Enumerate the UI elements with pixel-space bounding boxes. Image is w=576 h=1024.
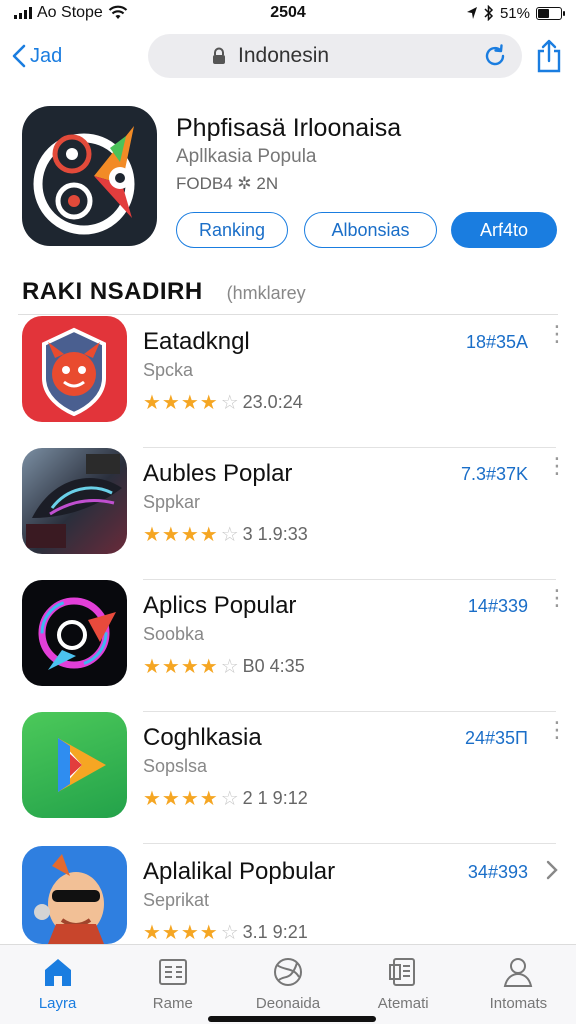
rating-stars: ★★★★ (143, 656, 219, 678)
section-title: RAKI NSADIRH (22, 278, 203, 305)
app-download-count: 7.3#37K (460, 464, 528, 484)
rating-text: 3 1.9:33 (242, 524, 308, 544)
status-left: Ao Stope (14, 4, 128, 22)
tab-label: Rame (152, 995, 193, 1012)
app-rating: ★★★★ ☆ 23.0:24 (143, 390, 303, 415)
rating-stars: ★★★★ (143, 392, 219, 414)
more-options-icon[interactable]: ⋮ (546, 455, 568, 486)
battery-percent: 51% (499, 4, 530, 22)
app-name: Eatadkngl (143, 328, 250, 355)
app-rating: ★★★★ ☆ B0 4:35 (143, 654, 305, 679)
rating-text: 3.1 9:21 (242, 922, 308, 942)
app-category: Sppkar (143, 492, 201, 512)
person-icon (504, 958, 533, 987)
tab-label: Deonaida (255, 995, 321, 1012)
back-button[interactable]: Jad (12, 44, 122, 68)
app-row[interactable]: Coghlkasia Sopslsa ★★★★ ☆ 2 1 9:12 24#35П… (0, 712, 576, 844)
bluetooth-icon (484, 5, 494, 21)
tab-home[interactable]: Layra (0, 945, 115, 1024)
featured-app-header: Phpfisasä Irloonaisa Apllkasia Popula FO… (0, 104, 576, 254)
share-icon[interactable] (534, 39, 564, 73)
status-right: 51% (466, 4, 565, 22)
featured-app-icon[interactable] (22, 106, 157, 246)
rating-stars: ★★★★ (143, 524, 219, 546)
tab-label: Intomats (489, 995, 548, 1012)
rating-star-empty: ☆ (220, 656, 239, 678)
app-category: Sopslsa (143, 756, 208, 776)
category-button[interactable]: Albonsias (304, 212, 437, 248)
status-bar: Ao Stope 2504 51% (0, 0, 576, 26)
app-row[interactable]: Eatadkngl Spcka ★★★★ ☆ 23.0:24 18#35A ⋮ (0, 316, 576, 448)
featured-app-code: FODB4 ✲ 2N (176, 174, 279, 193)
rating-stars: ★★★★ (143, 788, 219, 810)
app-category: Seprikat (143, 890, 210, 910)
chevron-left-icon (12, 44, 26, 68)
tab-label: Layra (38, 995, 77, 1012)
rating-text: 2 1 9:12 (242, 788, 308, 808)
chevron-right-icon[interactable] (546, 860, 558, 880)
more-options-icon[interactable]: ⋮ (546, 719, 568, 750)
rating-star-empty: ☆ (220, 922, 239, 944)
ranking-section-header: RAKI NSADIRH (hmklarey (22, 278, 562, 306)
row-divider (143, 843, 556, 844)
tab-deonaida[interactable]: Deonaida (230, 945, 345, 1024)
reload-icon[interactable] (482, 43, 508, 69)
carrier-name: Ao Stope (37, 4, 103, 21)
app-name: Aplics Popular (143, 592, 297, 619)
app-row[interactable]: Aplics Popular Soobka ★★★★ ☆ B0 4:35 14#3… (0, 580, 576, 712)
app-icon-play (22, 712, 127, 818)
rating-star-empty: ☆ (220, 392, 239, 414)
signal-icon (14, 7, 32, 19)
address-input[interactable] (208, 44, 482, 68)
tab-rame[interactable]: Rame (115, 945, 230, 1024)
app-name: Aplalikal Popbular (143, 858, 336, 885)
app-rating: ★★★★ ☆ 3 1.9:33 (143, 522, 308, 547)
app-category: Spcka (143, 360, 194, 380)
location-arrow-icon (466, 7, 477, 19)
section-divider (18, 314, 558, 315)
more-options-icon[interactable]: ⋮ (546, 587, 568, 618)
address-bar[interactable] (148, 34, 522, 78)
app-icon-character (22, 846, 127, 944)
app-rating: ★★★★ ☆ 2 1 9:12 (143, 786, 308, 811)
list-card-icon (158, 959, 187, 985)
tab-atemati[interactable]: Atemati (346, 945, 461, 1024)
home-icon (44, 959, 71, 986)
app-rating: ★★★★ ☆ 3.1 9:21 (143, 920, 308, 945)
app-download-count: 14#339 (467, 596, 528, 616)
rating-star-empty: ☆ (220, 788, 239, 810)
primary-action-button[interactable]: Arf4to (451, 212, 557, 248)
rating-stars: ★★★★ (143, 922, 219, 944)
tab-intomats[interactable]: Intomats (461, 945, 576, 1024)
globe-icon (274, 958, 302, 986)
app-name: Coghlkasia (143, 724, 262, 751)
featured-app-title: Phpfisasä Irloonaisa (176, 114, 402, 142)
featured-app-subtitle: Apllkasia Popula (176, 146, 317, 167)
rating-text: B0 4:35 (242, 656, 305, 676)
tab-label: Atemati (377, 995, 429, 1012)
rating-star-empty: ☆ (220, 524, 239, 546)
battery-icon (536, 6, 565, 20)
app-icon-neon-ring (22, 580, 127, 686)
more-options-icon[interactable]: ⋮ (546, 323, 568, 354)
app-download-count: 18#35A (465, 332, 528, 352)
document-icon (389, 958, 416, 986)
rating-text: 23.0:24 (242, 392, 303, 412)
app-category: Soobka (143, 624, 205, 644)
tab-bar: Layra Rame Deonaida Atemati Intomats (0, 944, 576, 1024)
app-row[interactable]: Aubles Poplar Sppkar ★★★★ ☆ 3 1.9:33 7.3#… (0, 448, 576, 580)
app-download-count: 34#393 (467, 862, 528, 882)
app-icon-cover-art (22, 448, 127, 554)
ranking-button[interactable]: Ranking (176, 212, 288, 248)
section-subtitle: (hmklarey (226, 283, 306, 303)
lock-icon (213, 47, 225, 64)
wifi-icon (108, 5, 128, 19)
browser-nav-bar: Jad (0, 26, 576, 86)
app-download-count: 24#35П (465, 728, 528, 748)
back-label: Jad (30, 44, 63, 67)
app-name: Aubles Poplar (143, 460, 293, 487)
app-icon-devil (22, 316, 127, 422)
home-indicator (208, 1016, 376, 1022)
